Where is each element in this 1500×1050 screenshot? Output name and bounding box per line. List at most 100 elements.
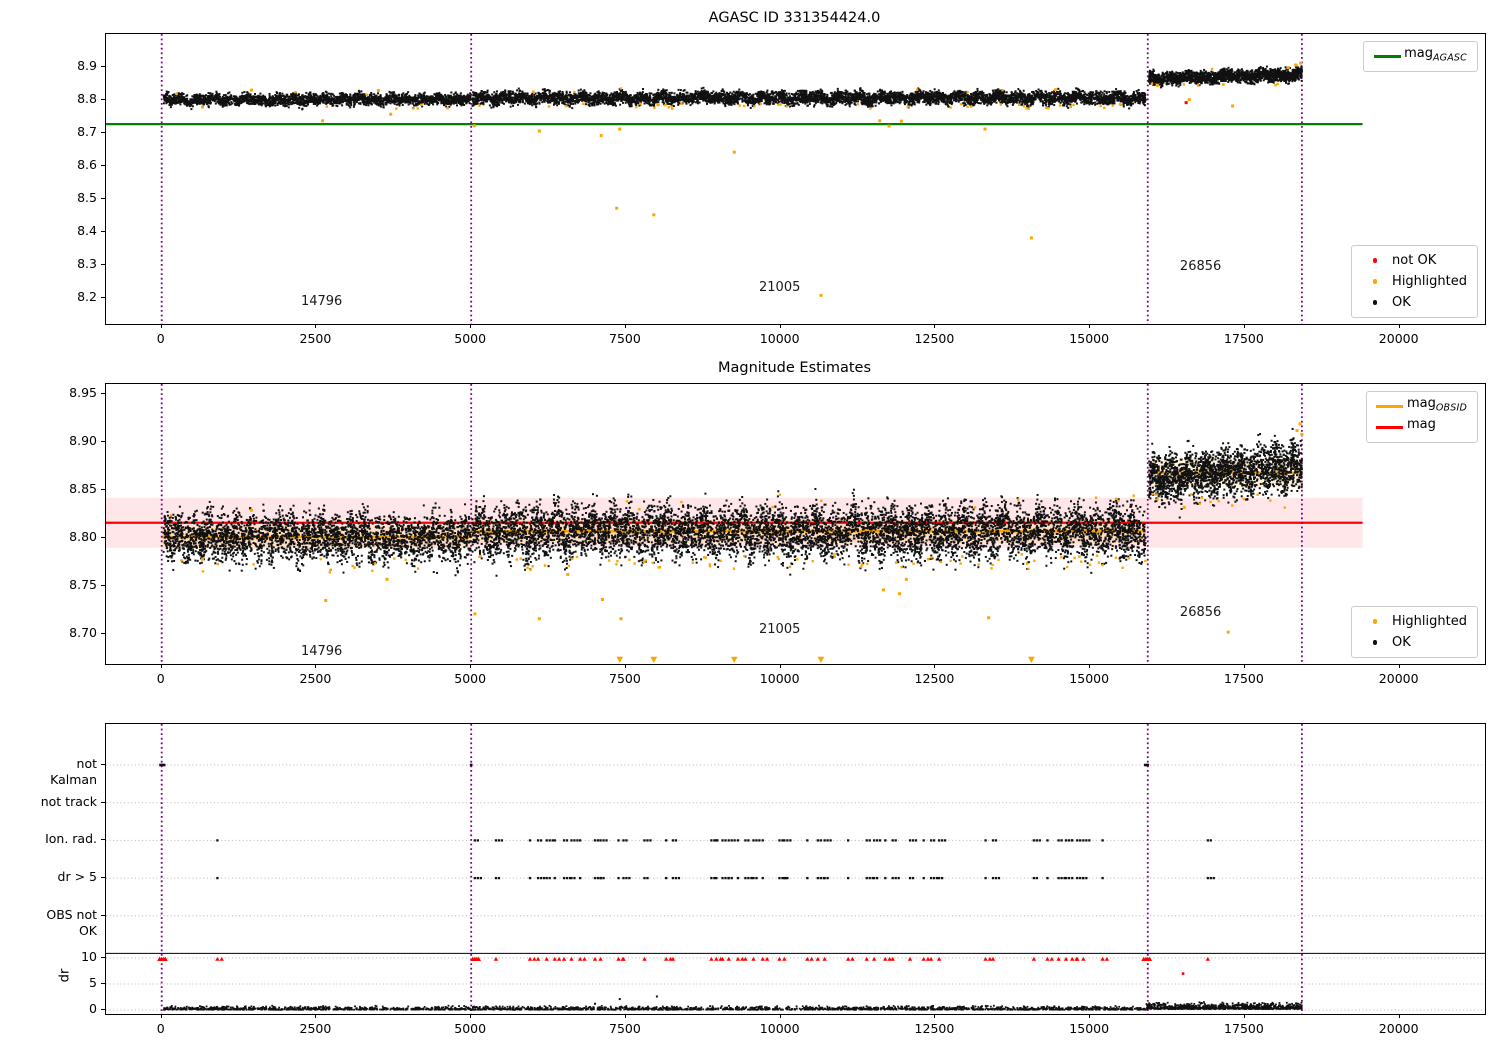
x-tick-mark [934,1014,936,1018]
x-tick-label: 0 [156,1021,165,1036]
x-tick-mark [1243,1014,1245,1018]
line-swatch-holder [1373,405,1407,408]
x-tick-mark [470,1014,472,1018]
obsid-label: 26856 [1179,259,1222,275]
x-tick-mark [1243,324,1245,328]
y-tick-mark [101,839,105,841]
x-tick-label: 15000 [1069,331,1110,346]
estimates-marker-legend: Highlighted OK [1351,606,1478,658]
y-tick-label: 8.3 [77,256,97,271]
y-tick-mark [101,764,105,765]
green-line-swatch [1373,55,1401,58]
obsid-label: 14796 [300,643,343,659]
x-tick-label: 2500 [299,1021,332,1036]
legend-item-not-ok: not OK [1358,250,1467,271]
legend-label-main: mag [1406,417,1436,433]
y-tick-label: 8.6 [77,157,97,172]
y-tick-mark [101,66,105,67]
dot-swatch-holder [1358,640,1392,645]
y-tick-mark [101,585,105,587]
x-tick-mark [624,664,626,668]
x-tick-mark [470,324,472,328]
x-tick-mark [779,324,781,328]
obsid-label: 14796 [300,293,343,309]
y-tick-label: Ion. rad. [45,831,97,847]
x-tick-label: 7500 [609,671,641,686]
x-tick-label: 20000 [1378,1021,1419,1036]
x-tick-mark [779,664,781,668]
dot-swatch-holder [1358,300,1392,305]
dot-swatch-holder [1358,258,1392,263]
orange-dot-swatch [1372,619,1378,624]
y-tick-label: 8.4 [77,223,97,238]
x-tick-mark [160,1014,162,1018]
orange-dot-swatch [1372,279,1378,284]
obsid-label: 26856 [1179,604,1222,620]
x-tick-label: 10000 [759,331,800,346]
x-tick-label: 7500 [609,1021,641,1036]
x-tick-label: 5000 [454,331,487,346]
y-tick-mark [101,914,105,916]
x-tick-label: 7500 [609,331,641,346]
agasc-marker-legend: not OK Highlighted OK [1351,245,1478,318]
x-tick-label: 20000 [1378,331,1419,346]
x-tick-mark [934,664,936,668]
y-tick-mark [101,441,105,443]
legend-label: magAGASC [1404,44,1467,69]
y-tick-label: not track [40,793,97,809]
legend-item-highlighted: Highlighted [1358,611,1467,632]
y-tick-label: OBS not OK [46,906,97,938]
x-tick-mark [779,1014,781,1018]
x-tick-mark [160,664,162,668]
y-tick-label: 5 [89,975,97,990]
y-tick-label: 8.85 [69,481,97,497]
y-tick-mark [101,231,105,232]
x-tick-mark [1398,324,1400,328]
x-tick-label: 2500 [299,331,332,346]
x-tick-label: 10000 [759,1021,800,1036]
line-swatch-holder [1373,426,1407,429]
x-tick-label: 12500 [914,331,955,346]
flags-dr-canvas [106,724,1485,1014]
y-tick-mark [101,877,105,879]
y-tick-label: 8.2 [77,289,97,304]
y-tick-mark [101,489,105,491]
orange-line-swatch [1376,405,1404,408]
x-tick-label: 17500 [1224,331,1264,346]
red-dot-swatch [1372,258,1378,263]
y-tick-label: 8.9 [77,58,97,73]
x-tick-mark [1089,324,1091,328]
plot1-title: AGASC ID 331354424.0 [708,10,881,26]
y-tick-label: 8.70 [69,625,97,641]
legend-label: Highlighted [1392,273,1467,289]
legend-label-sub: AGASC [1432,52,1467,64]
legend-item-mag-agasc: magAGASC [1370,46,1467,67]
legend-label-main: mag [1406,396,1436,412]
x-tick-label: 5000 [454,671,487,686]
x-tick-label: 10000 [759,671,800,686]
legend-label: not OK [1392,252,1437,268]
dot-swatch-holder [1358,279,1392,284]
x-tick-label: 12500 [914,1021,955,1036]
x-tick-label: 2500 [299,671,332,686]
y-tick-mark [101,1009,105,1010]
x-tick-mark [624,1014,626,1018]
y-tick-mark [101,801,105,803]
x-tick-mark [315,1014,317,1018]
black-dot-swatch [1372,300,1378,305]
line-swatch-holder [1370,55,1404,58]
y-tick-mark [101,393,105,395]
figure: AGASC ID 331354424.0 Magnitude Estimates… [0,0,1500,1050]
x-tick-label: 12500 [914,671,955,686]
y-tick-label: 8.90 [69,433,97,449]
x-tick-mark [1398,664,1400,668]
legend-label: OK [1392,634,1411,650]
legend-label: OK [1392,294,1411,310]
y-tick-mark [101,165,105,166]
y-tick-label: 0 [89,1001,97,1016]
y-tick-mark [101,537,105,539]
y-tick-mark [101,957,105,958]
obsid-label: 21005 [759,621,801,637]
plot2-title: Magnitude Estimates [717,360,872,376]
y-tick-label: 10 [81,949,97,964]
